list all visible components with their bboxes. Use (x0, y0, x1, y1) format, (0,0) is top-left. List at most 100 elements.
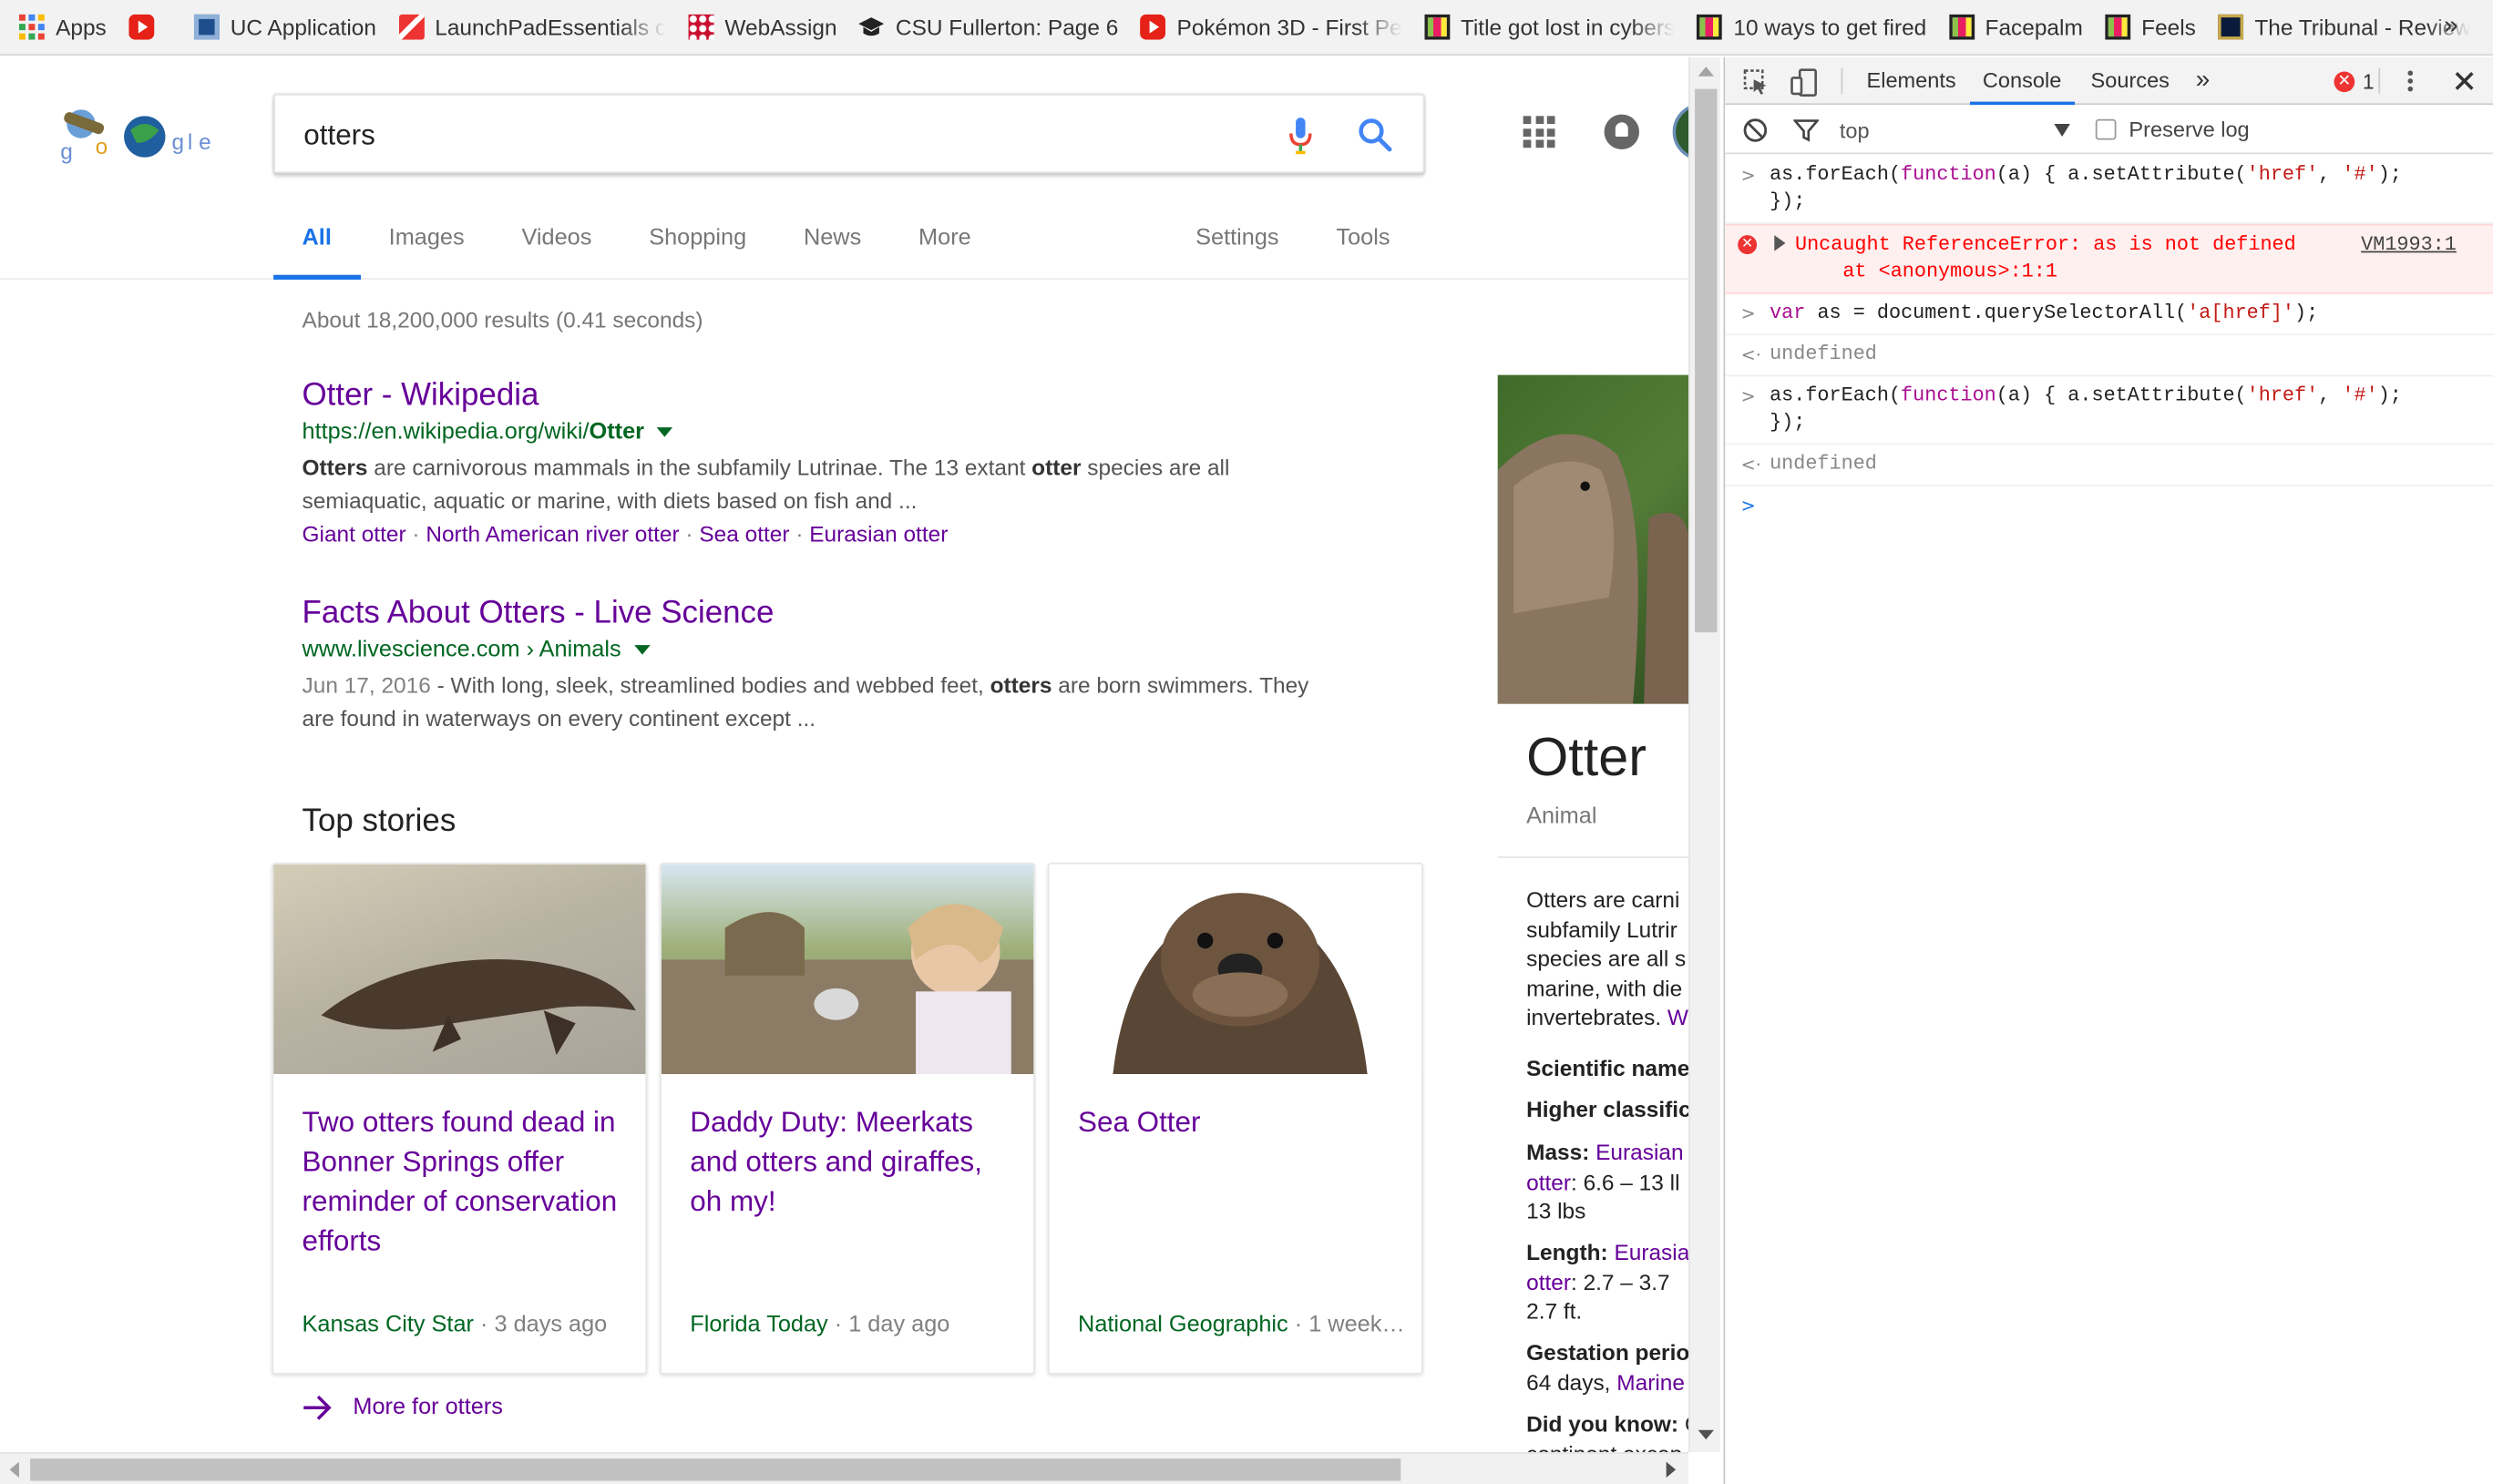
scroll-left-arrow-icon[interactable] (9, 1461, 19, 1479)
more-stories-link[interactable]: More for otters (303, 1395, 503, 1420)
tab-settings[interactable]: Settings (1167, 213, 1308, 280)
bookmark-launchpad[interactable]: LaunchPadEssentials c (398, 14, 666, 40)
tab-tools[interactable]: Tools (1308, 213, 1419, 280)
more-tabs-button[interactable]: » (2196, 57, 2211, 105)
result-title-link[interactable]: Otter - Wikipedia (303, 375, 1384, 416)
dropdown-arrow-icon[interactable] (633, 645, 651, 655)
tab-all[interactable]: All (273, 213, 360, 280)
bookmark-label: Apps (56, 14, 107, 40)
fact-link[interactable]: Marine (1616, 1369, 1685, 1395)
preserve-log-label: Preserve log (2129, 118, 2250, 142)
bookmark-the-tribunal[interactable]: The Tribunal - Review (2218, 14, 2471, 40)
tab-console[interactable]: Console (1969, 57, 2075, 106)
fact-scientific-name: Scientific name (1526, 1053, 1688, 1082)
bookmark-feels[interactable]: Feels (2105, 14, 2196, 40)
error-count: 1 (2362, 69, 2375, 94)
bookmark-label: Title got lost in cybers (1460, 14, 1675, 40)
inspect-element-icon[interactable] (1742, 68, 1770, 96)
expand-triangle-icon[interactable] (1774, 235, 1786, 251)
story-title[interactable]: Daddy Duty: Meerkats and otters and gira… (690, 1102, 1011, 1222)
close-icon[interactable] (2453, 70, 2475, 92)
search-result: Facts About Otters - Live Science www.li… (303, 593, 1384, 736)
description-line: invertebrates. (1526, 1004, 1667, 1030)
result-title-link[interactable]: Facts About Otters - Live Science (303, 593, 1384, 634)
code-string: 'a[href]' (2187, 302, 2295, 324)
result-url: https://en.wikipedia.org/wiki/Otter (303, 416, 1384, 448)
page-vertical-scrollbar[interactable] (1688, 56, 1720, 1453)
fact-link[interactable]: Eurasian (1595, 1140, 1683, 1165)
google-doodle-logo[interactable]: g o g l e (57, 102, 216, 166)
sitelink[interactable]: Giant otter (303, 521, 406, 547)
knowledge-panel-image[interactable] (1497, 374, 1689, 704)
bookmark-webassign[interactable]: WebAssign (688, 14, 837, 40)
fact-value: 64 days, (1526, 1368, 1617, 1395)
webassign-icon (688, 14, 714, 40)
search-box[interactable]: otters (273, 93, 1425, 174)
tab-more[interactable]: More (890, 213, 1000, 280)
bookmarks-overflow-button[interactable]: » (2444, 13, 2458, 41)
preserve-log-checkbox[interactable] (2095, 118, 2117, 140)
bookmark-label: WebAssign (724, 14, 837, 40)
story-card[interactable]: Daddy Duty: Meerkats and otters and gira… (660, 863, 1035, 1375)
scroll-down-arrow-icon[interactable] (1698, 1429, 1715, 1440)
kebab-menu-icon[interactable] (2406, 68, 2415, 94)
chevron-down-icon[interactable] (2054, 124, 2070, 137)
fact-mass: Mass: Eurasian otter: 6.6 – 13 ll 13 lbs (1526, 1138, 1688, 1226)
tab-sources[interactable]: Sources (2091, 57, 2170, 105)
tab-elements[interactable]: Elements (1867, 57, 1956, 105)
tab-videos[interactable]: Videos (493, 213, 621, 280)
wikipedia-link[interactable]: W (1667, 1004, 1688, 1029)
console-prompt[interactable]: > (1725, 486, 2493, 517)
fact-link[interactable]: otter (1526, 1169, 1571, 1194)
fact-higher-classification: Higher classific (1526, 1095, 1688, 1124)
bookmark-youtube[interactable] (128, 14, 165, 40)
error-source-link[interactable]: VM1993:1 (2361, 232, 2457, 260)
story-card[interactable]: Sea Otter National Geographic · 1 week a… (1047, 863, 1423, 1375)
error-icon: ✕ (1738, 235, 1758, 255)
tab-images[interactable]: Images (360, 213, 493, 280)
league-icon (2218, 14, 2244, 40)
scroll-up-arrow-icon[interactable] (1698, 67, 1715, 77)
fact-link[interactable]: otter (1526, 1269, 1571, 1295)
error-count-badge[interactable]: ✕ 1 (2334, 70, 2375, 94)
sitelink[interactable]: North American river otter (426, 521, 679, 547)
tab-shopping[interactable]: Shopping (621, 213, 775, 280)
bookmark-label: CSU Fullerton: Page 6 (895, 14, 1118, 40)
search-icon[interactable] (1356, 116, 1394, 154)
bookmark-csu-fullerton[interactable]: CSU Fullerton: Page 6 (858, 14, 1118, 40)
fact-link[interactable]: Eurasia (1614, 1239, 1688, 1264)
tab-news[interactable]: News (775, 213, 890, 280)
story-title[interactable]: Sea Otter (1078, 1102, 1399, 1142)
notifications-bell-icon[interactable] (1604, 114, 1639, 149)
result-url: www.livescience.com › Animals (303, 634, 1384, 666)
bookmark-10-ways[interactable]: 10 ways to get fired (1697, 14, 1926, 40)
microphone-icon[interactable] (1288, 116, 1313, 157)
scrollbar-thumb[interactable] (30, 1458, 1401, 1481)
scrollbar-thumb[interactable] (1695, 88, 1718, 633)
filter-icon[interactable] (1793, 118, 1820, 143)
code-text: ); (2377, 384, 2402, 407)
search-input[interactable]: otters (303, 119, 375, 153)
bookmark-facepalm[interactable]: Facepalm (1948, 14, 2083, 40)
result-date: Jun 17, 2016 (302, 671, 431, 698)
clear-console-icon[interactable] (1742, 118, 1768, 143)
fact-label: Did you know: (1526, 1410, 1685, 1437)
sitelink[interactable]: Eurasian otter (809, 521, 948, 547)
dropdown-arrow-icon[interactable] (656, 427, 673, 437)
bookmark-uc-application[interactable]: UC Application (193, 14, 376, 40)
bookmark-pokemon-3d[interactable]: Pokémon 3D - First Pe (1140, 14, 1401, 40)
scroll-right-arrow-icon[interactable] (1666, 1461, 1677, 1479)
story-thumbnail (273, 864, 646, 1075)
sitelink[interactable]: Sea otter (699, 521, 789, 547)
device-toolbar-icon[interactable] (1790, 68, 1819, 97)
bookmark-apps[interactable]: Apps (18, 14, 107, 40)
story-card[interactable]: Two otters found dead in Bonner Springs … (272, 863, 648, 1375)
apps-grid-icon (18, 14, 45, 40)
context-selector[interactable]: top (1840, 119, 1870, 143)
page-horizontal-scrollbar[interactable] (0, 1452, 1689, 1484)
avatar[interactable] (1672, 103, 1689, 161)
bookmark-title-got-lost[interactable]: Title got lost in cybers (1423, 14, 1675, 40)
google-apps-icon[interactable] (1523, 116, 1555, 148)
story-publisher: National Geographic (1078, 1312, 1288, 1338)
story-title[interactable]: Two otters found dead in Bonner Springs … (303, 1102, 623, 1261)
